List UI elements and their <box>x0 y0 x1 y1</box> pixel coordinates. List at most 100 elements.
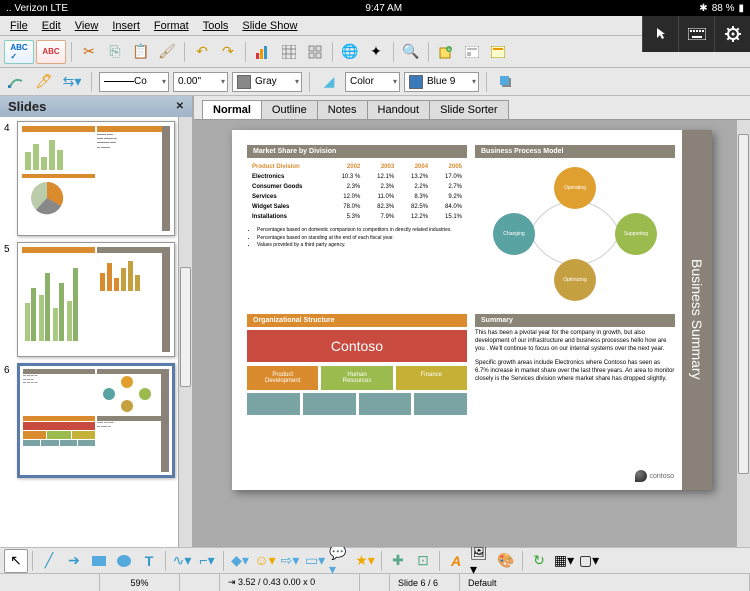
menu-tools[interactable]: Tools <box>197 18 235 34</box>
area-fill-button[interactable]: ◢ <box>317 70 341 94</box>
tab-normal[interactable]: Normal <box>202 100 262 119</box>
summary-p2: Specific growth areas include Electronic… <box>475 360 675 383</box>
points-tool[interactable]: ✚ <box>386 549 410 573</box>
slide-new-button[interactable]: + <box>434 40 458 64</box>
slides-list[interactable]: 4 ▬▬▬ ▬▬▬▬ ▬▬▬ ▬▬▬▬▬ ▬▬▬ ▬▬▬ 5 6 ▬ ▬ ▬ ▬… <box>0 117 192 547</box>
rectangle-tool[interactable] <box>87 549 111 573</box>
slides-panel-close[interactable]: ✕ <box>176 101 184 112</box>
org-box: ProductDevelopment <box>247 366 318 390</box>
market-share-section: Market Share by Division Product Divisio… <box>247 145 467 306</box>
menu-file[interactable]: File <box>4 18 34 34</box>
menu-slideshow[interactable]: Slide Show <box>236 18 303 34</box>
slide-thumb-4[interactable]: 4 ▬▬▬ ▬▬▬▬ ▬▬▬ ▬▬▬▬▬ ▬▬▬ ▬▬▬ <box>4 121 188 236</box>
from-file-tool[interactable]: 🖼▾ <box>469 549 493 573</box>
flowchart-tool[interactable]: ▭▾ <box>303 549 327 573</box>
callouts-tool[interactable]: 💬▾ <box>328 549 352 573</box>
circle-supporting: Supporting <box>615 213 657 255</box>
hyperlink-button[interactable]: 🌐 <box>338 40 362 64</box>
spellcheck-auto-button[interactable]: ABC✓ <box>4 40 34 64</box>
block-arrows-tool[interactable]: ⇨▾ <box>278 549 302 573</box>
glue-tool[interactable]: ⊡ <box>411 549 435 573</box>
market-table: Product Division2002200320042005 Electro… <box>247 161 467 223</box>
align-tool[interactable]: ▦▾ <box>552 549 576 573</box>
carrier-label: .. Verizon LTE <box>6 3 68 14</box>
tab-notes[interactable]: Notes <box>317 100 368 119</box>
symbol-shapes-tool[interactable]: ☺▾ <box>253 549 277 573</box>
arrange-tool[interactable]: ▢▾ <box>577 549 601 573</box>
glue-points-button[interactable]: 🖊 <box>32 70 56 94</box>
copy-button[interactable]: ⎘ <box>103 40 127 64</box>
format-paintbrush-button[interactable]: 🖌 <box>155 40 179 64</box>
line-tool[interactable]: ╱ <box>37 549 61 573</box>
summary-p1: This has been a pivotal year for the com… <box>475 330 675 353</box>
line-width-combo[interactable]: 0.00" <box>173 72 228 92</box>
text-tool[interactable]: T <box>137 549 161 573</box>
fontwork-tool[interactable]: A <box>444 549 468 573</box>
gallery-tool[interactable]: 🎨 <box>494 549 518 573</box>
tab-outline[interactable]: Outline <box>261 100 318 119</box>
undo-button[interactable]: ↶ <box>190 40 214 64</box>
status-right: ✱ 88 % ▮ <box>699 3 744 14</box>
menu-edit[interactable]: Edit <box>36 18 67 34</box>
chart-button[interactable] <box>251 40 275 64</box>
menu-view[interactable]: View <box>69 18 105 34</box>
fill-color-combo[interactable]: Blue 9 <box>404 72 479 92</box>
shadow-button[interactable] <box>494 70 518 94</box>
grid-button[interactable] <box>303 40 327 64</box>
stars-tool[interactable]: ★▾ <box>353 549 377 573</box>
table-row: Consumer Goods2.3%2.3%2.2%2.7% <box>249 183 465 191</box>
edit-points-button[interactable] <box>4 70 28 94</box>
market-header: Market Share by Division <box>247 145 467 158</box>
canvas-scrollbar[interactable] <box>736 120 750 547</box>
org-box: HumanResources <box>321 366 392 390</box>
menu-insert[interactable]: Insert <box>106 18 146 34</box>
basic-shapes-tool[interactable]: ◆▾ <box>228 549 252 573</box>
cut-button[interactable]: ✂ <box>77 40 101 64</box>
slide-canvas[interactable]: Business Summary Market Share by Divisio… <box>194 120 750 547</box>
settings-button[interactable] <box>714 16 750 52</box>
slide-thumb-6[interactable]: 6 ▬ ▬ ▬ ▬▬ ▬ ▬▬ ▬ ▬ ▬▬▬ ▬ ▬▬▬ ▬▬ ▬ <box>4 363 188 478</box>
zoom-button[interactable]: 🔍 <box>399 40 423 64</box>
connector-tool[interactable]: ⌐▾ <box>195 549 219 573</box>
process-header: Business Process Model <box>475 145 675 158</box>
table-button[interactable] <box>277 40 301 64</box>
bluetooth-icon: ✱ <box>699 3 707 14</box>
paste-button[interactable]: 📋 <box>129 40 153 64</box>
rotate-tool[interactable]: ↻ <box>527 549 551 573</box>
line-color-combo[interactable]: Gray <box>232 72 302 92</box>
tab-slidesorter[interactable]: Slide Sorter <box>429 100 508 119</box>
slide-layout-button[interactable] <box>460 40 484 64</box>
format-toolbar: 🖊 ⇆▾ Co 0.00" Gray ◢ Color Blue 9 <box>0 68 750 96</box>
drawing-toolbar: ↖ ╱ ➔ T ∿▾ ⌐▾ ◆▾ ☺▾ ⇨▾ ▭▾ 💬▾ ★▾ ✚ ⊡ A 🖼▾… <box>0 547 750 573</box>
circle-optimizing: Optimizing <box>554 259 596 301</box>
svg-text:+: + <box>448 47 451 53</box>
slide-thumb-5[interactable]: 5 <box>4 242 188 357</box>
slides-panel-title: Slides <box>8 99 46 114</box>
navigator-button[interactable]: ✦ <box>364 40 388 64</box>
slide-design-button[interactable] <box>486 40 510 64</box>
keyboard-button[interactable] <box>678 16 714 52</box>
battery-label: 88 % <box>712 3 735 14</box>
zoom-level[interactable]: 59% <box>100 574 180 591</box>
ellipse-tool[interactable] <box>112 549 136 573</box>
arrange-button[interactable]: ⇆▾ <box>60 70 84 94</box>
menu-bar: File Edit View Insert Format Tools Slide… <box>0 16 750 36</box>
slides-scrollbar[interactable] <box>178 117 192 547</box>
select-tool[interactable]: ↖ <box>4 549 28 573</box>
line-style-combo[interactable]: Co <box>99 72 169 92</box>
spellcheck-button[interactable]: ABC <box>36 40 66 64</box>
battery-icon: ▮ <box>738 3 744 14</box>
fill-type-combo[interactable]: Color <box>345 72 400 92</box>
arrow-tool[interactable]: ➔ <box>62 549 86 573</box>
org-header: Organizational Structure <box>247 314 467 327</box>
summary-section: Summary This has been a pivotal year for… <box>475 314 675 418</box>
market-bullets: Percentages based on domestic comparison… <box>247 227 467 249</box>
table-row: Installations5.3%7.9%12.2%15.1% <box>249 213 465 221</box>
pointer-button[interactable] <box>642 16 678 52</box>
view-tabs: Normal Outline Notes Handout Slide Sorte… <box>194 96 750 120</box>
tab-handout[interactable]: Handout <box>367 100 431 119</box>
redo-button[interactable]: ↷ <box>216 40 240 64</box>
slide-content[interactable]: Business Summary Market Share by Divisio… <box>232 130 712 490</box>
menu-format[interactable]: Format <box>148 18 195 34</box>
curve-tool[interactable]: ∿▾ <box>170 549 194 573</box>
